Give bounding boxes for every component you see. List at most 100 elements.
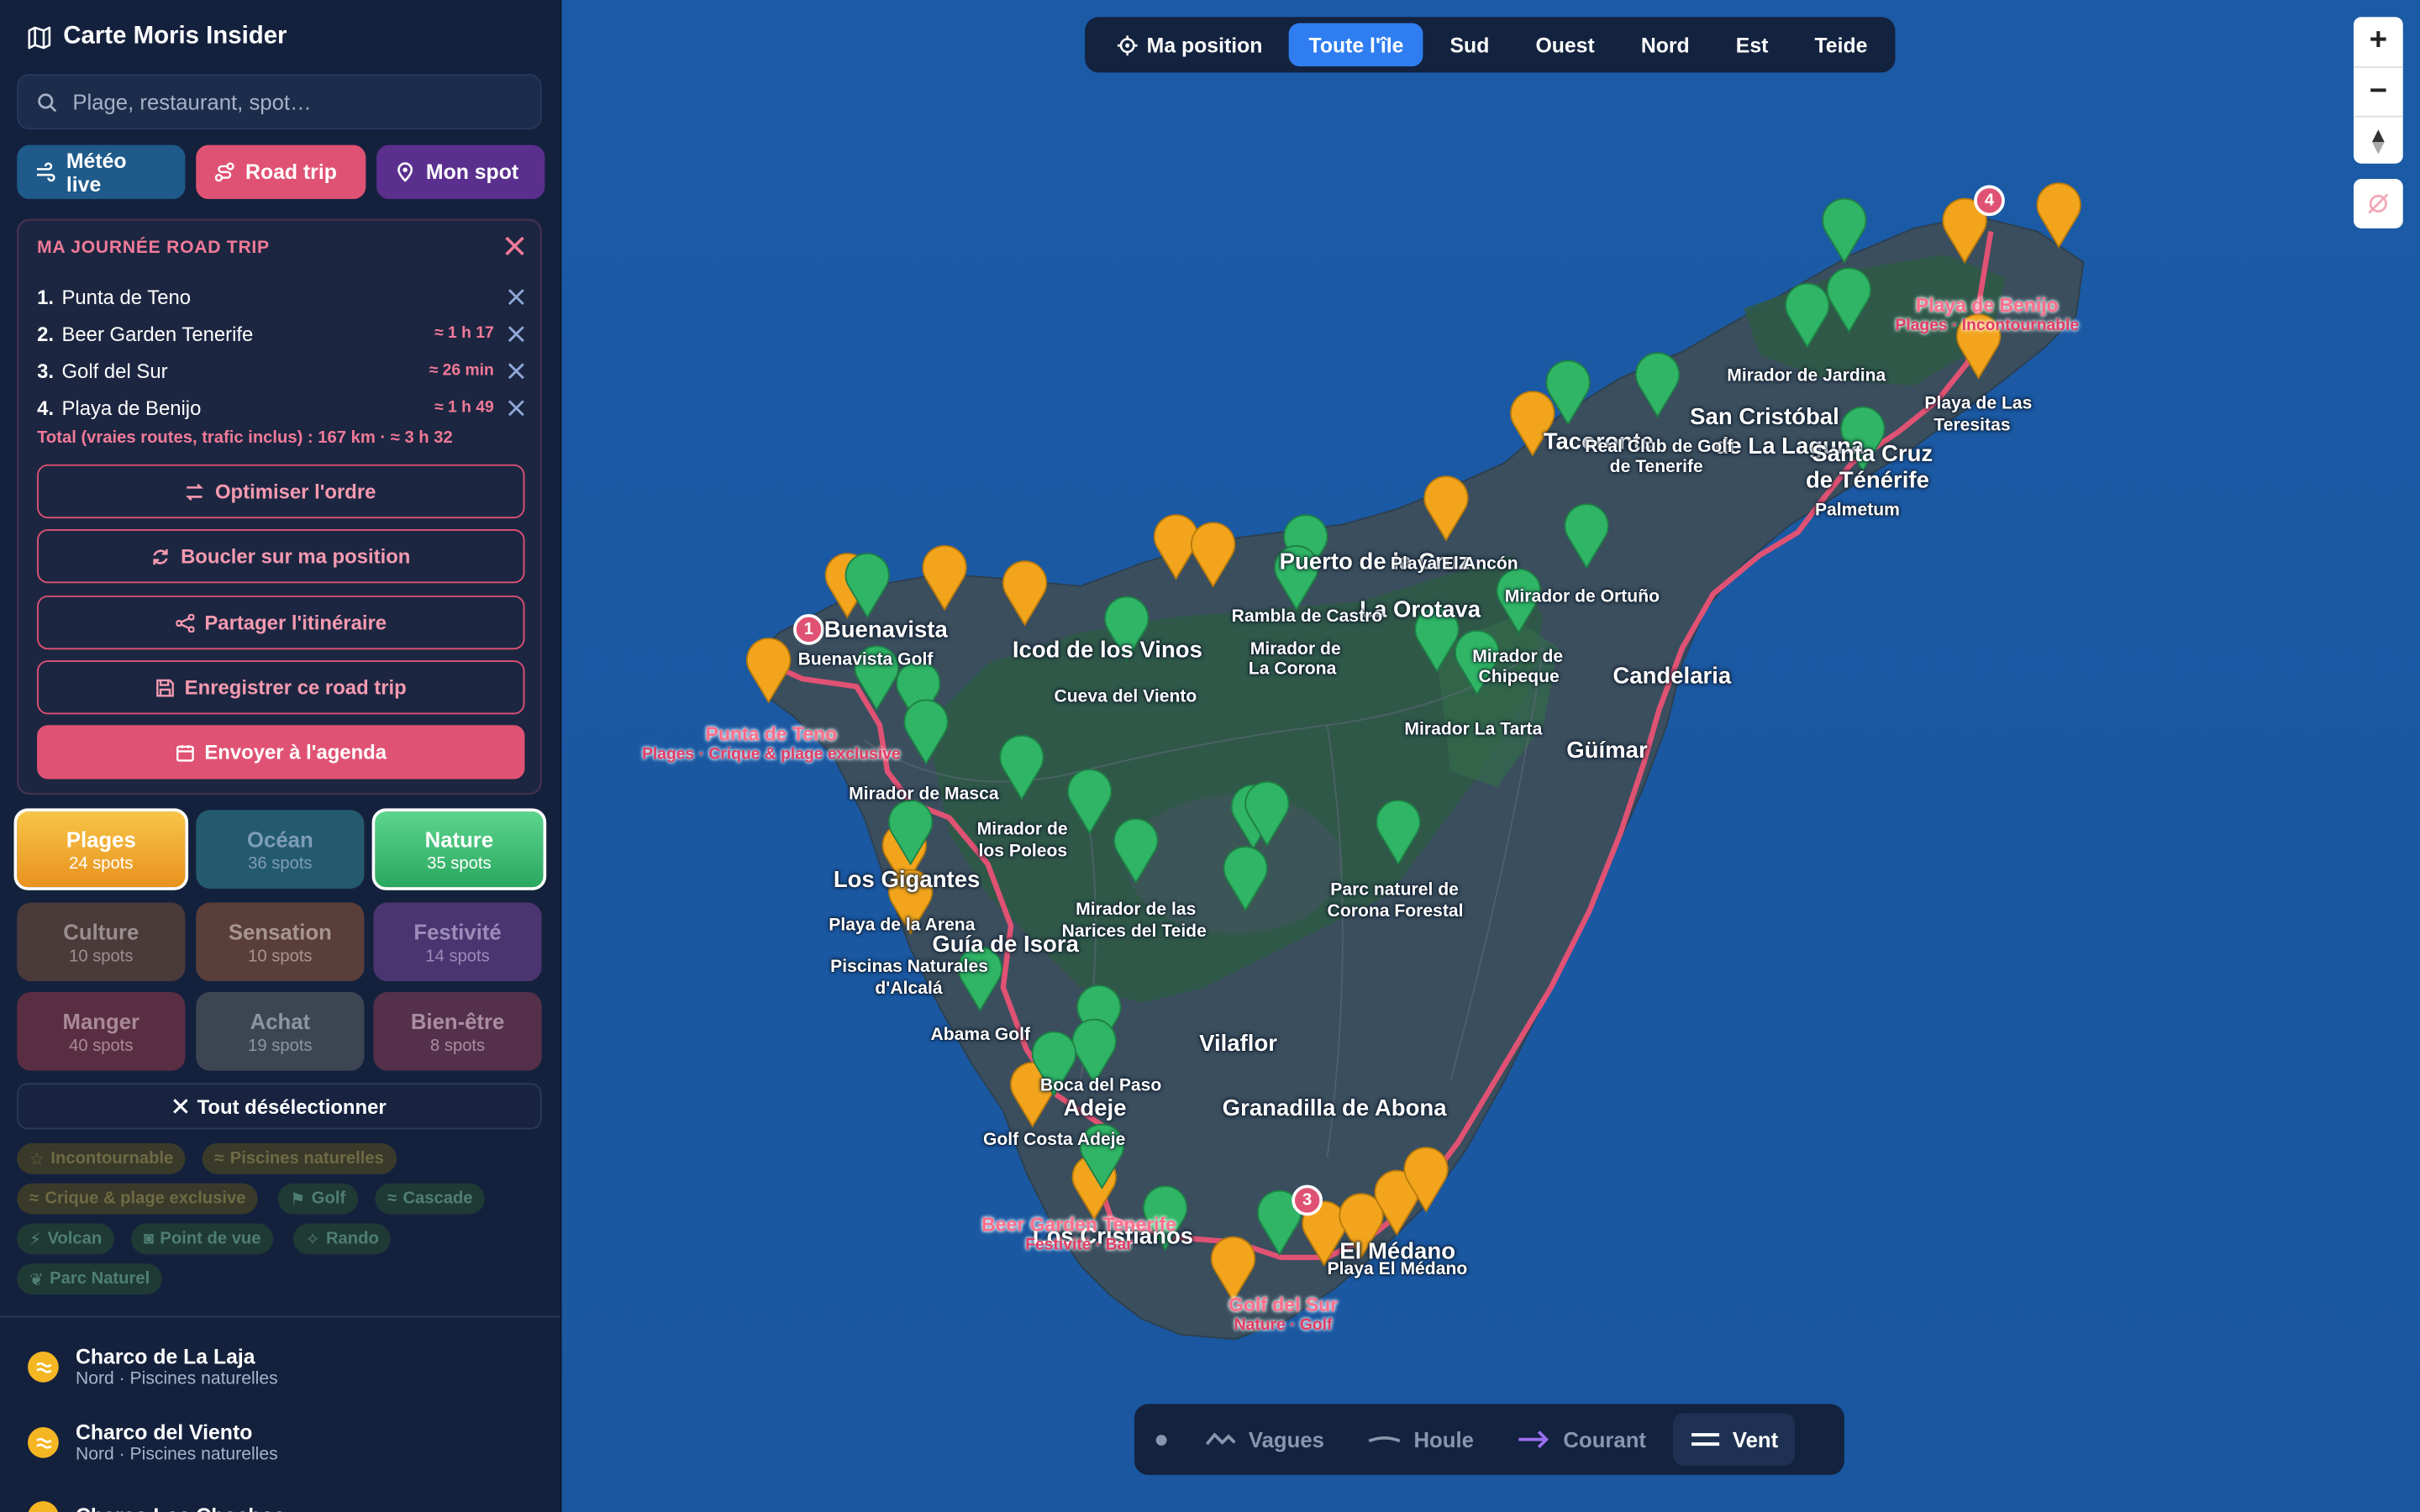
- stop-name: Golf del Sur: [61, 359, 168, 382]
- stop-name: Punta de Teno: [61, 284, 192, 308]
- road-trip-stop[interactable]: 2. Beer Garden Tenerife ≈ 1 h 17: [37, 315, 524, 352]
- remove-icon[interactable]: [508, 362, 524, 379]
- category-name: Bien-être: [410, 1008, 505, 1033]
- poi-label: d'Alcalá: [875, 979, 943, 999]
- list-item[interactable]: Charco de La Laja Nord · Piscines naturel…: [28, 1336, 278, 1398]
- tag-volcan[interactable]: ⚡ Volcan: [17, 1223, 114, 1255]
- tab-nord[interactable]: Nord: [1621, 24, 1710, 66]
- search-input[interactable]: Plage, restaurant, spot…: [17, 74, 542, 130]
- waves-icon: ≈: [214, 1149, 224, 1168]
- tab-est[interactable]: Est: [1716, 24, 1788, 66]
- trip-stop-label: Beer Garden Tenerife Festivité · Bar: [981, 1215, 1176, 1256]
- tab-teide[interactable]: Teide: [1795, 24, 1888, 66]
- category-name: Nature: [424, 826, 494, 851]
- location-disabled-button[interactable]: [2353, 179, 2403, 228]
- trip-stop-label: Playa de Benijo Plages · Incontournable: [1895, 296, 2079, 337]
- mon-spot-button[interactable]: Mon spot: [376, 144, 545, 199]
- layer-label: Vent: [1732, 1426, 1779, 1452]
- tab-label: Ouest: [1535, 33, 1595, 57]
- tag-parc-naturel[interactable]: ❦ Parc Naturel: [17, 1263, 162, 1294]
- category-culture[interactable]: Culture 10 spots: [17, 902, 186, 982]
- tag-label: Volcan: [47, 1229, 103, 1248]
- optimize-order-button[interactable]: Optimiser l'ordre: [37, 464, 525, 519]
- layer-houle[interactable]: Houle: [1350, 1413, 1491, 1465]
- share-itinerary-button[interactable]: Partager l'itinéraire: [37, 595, 525, 650]
- zoom-out-button[interactable]: −: [2353, 67, 2403, 118]
- category-name: Manger: [62, 1008, 140, 1033]
- layer-vagues[interactable]: Vagues: [1188, 1413, 1341, 1465]
- trip-stop-sub: Nature · Golf: [1234, 1315, 1333, 1335]
- leaf-icon: ❦: [29, 1270, 44, 1289]
- send-agenda-button[interactable]: Envoyer à l'agenda: [37, 725, 525, 780]
- category-festivite[interactable]: Festivité 14 spots: [373, 902, 542, 982]
- tag-cascade[interactable]: ≈ Cascade: [375, 1183, 486, 1215]
- category-ocean[interactable]: Océan 36 spots: [196, 810, 365, 889]
- poi-label: Narices del Teide: [1061, 922, 1207, 942]
- my-position-button[interactable]: Ma position: [1097, 24, 1282, 66]
- category-manger[interactable]: Manger 40 spots: [17, 991, 186, 1071]
- stop-badge[interactable]: 3: [1292, 1184, 1323, 1216]
- remove-icon[interactable]: [508, 288, 524, 305]
- zoom-control: + −: [2353, 17, 2403, 166]
- road-trip-label: Road trip: [245, 160, 337, 184]
- close-icon[interactable]: [505, 236, 525, 256]
- loop-position-button[interactable]: Boucler sur ma position: [37, 528, 525, 584]
- map-icon: [28, 25, 51, 49]
- tag-label: Cascade: [402, 1189, 473, 1209]
- road-trip-stop[interactable]: 3. Golf del Sur ≈ 26 min: [37, 352, 524, 389]
- town-label: Icod de los Vinos: [1012, 637, 1202, 664]
- category-bien-etre[interactable]: Bien-être 8 spots: [373, 991, 542, 1071]
- save-road-trip-button[interactable]: Enregistrer ce road trip: [37, 660, 525, 715]
- compass-icon: [2372, 129, 2385, 155]
- road-trip-button[interactable]: Road trip: [196, 144, 366, 199]
- category-count: 19 spots: [248, 1036, 313, 1055]
- category-sensation[interactable]: Sensation 10 spots: [196, 902, 365, 982]
- category-plages[interactable]: Plages 24 spots: [13, 808, 189, 890]
- arrow-right-icon: [1518, 1431, 1549, 1449]
- map-canvas[interactable]: 1 3 4 San Cristóbal de La Laguna Santa C…: [561, 0, 2420, 1512]
- nature-marker: [1564, 503, 1609, 570]
- list-item[interactable]: Charco Los Chochos: [28, 1486, 285, 1512]
- category-nature[interactable]: Nature 35 spots: [371, 808, 547, 890]
- poi-label: Cueva del Viento: [1054, 688, 1197, 707]
- tab-label: Est: [1735, 33, 1769, 57]
- list-item[interactable]: Charco del Viento Nord · Piscines naturel…: [28, 1412, 278, 1473]
- road-trip-stop[interactable]: 1. Punta de Teno: [37, 278, 524, 315]
- poi-label: Real Club de Golf: [1585, 438, 1733, 457]
- tab-all-island[interactable]: Toute l'île: [1288, 23, 1424, 66]
- tag-rando[interactable]: ✧ Rando: [292, 1223, 392, 1255]
- compass-button[interactable]: [2354, 118, 2403, 166]
- tab-sud[interactable]: Sud: [1430, 24, 1510, 66]
- tab-label: Teide: [1814, 33, 1868, 57]
- road-trip-stop[interactable]: 4. Playa de Benijo ≈ 1 h 49: [37, 389, 524, 426]
- poi-label: los Poleos: [978, 842, 1068, 861]
- meteo-live-button[interactable]: Météo live: [17, 144, 186, 199]
- nature-marker: [1071, 1018, 1117, 1085]
- remove-icon[interactable]: [508, 325, 524, 342]
- zoom-in-button[interactable]: +: [2353, 17, 2403, 68]
- deselect-all-button[interactable]: Tout désélectionner: [17, 1083, 542, 1130]
- beach-marker: [2036, 182, 2081, 249]
- stop-badge[interactable]: 1: [793, 614, 824, 645]
- tag-piscines-naturelles[interactable]: ≈ Piscines naturelles: [202, 1142, 397, 1174]
- road-trip-panel: MA JOURNÉE ROAD TRIP 1. Punta de Teno 2.…: [17, 218, 542, 795]
- category-achat[interactable]: Achat 19 spots: [196, 991, 365, 1071]
- remove-icon[interactable]: [508, 399, 524, 416]
- layer-vent[interactable]: Vent: [1672, 1413, 1796, 1466]
- tag-crique[interactable]: ≈ Crique & plage exclusive: [17, 1183, 259, 1215]
- stop-number: 4.: [37, 396, 54, 419]
- layer-courant[interactable]: Courant: [1500, 1413, 1663, 1465]
- tag-golf[interactable]: ⚑ Golf: [277, 1183, 358, 1215]
- nature-marker: [1785, 282, 1830, 349]
- tag-incontournable[interactable]: ☆ Incontournable: [17, 1142, 187, 1174]
- poi-label: Boca del Paso: [1039, 1077, 1162, 1096]
- beach-marker: [1002, 560, 1048, 627]
- stop-badge[interactable]: 4: [1974, 185, 2005, 217]
- camera-icon: ◙: [143, 1229, 155, 1248]
- trip-stop-label: Golf del Sur Nature · Golf: [1228, 1295, 1338, 1336]
- poi-label: Mirador de: [1472, 648, 1564, 667]
- tab-ouest[interactable]: Ouest: [1516, 24, 1615, 66]
- stop-name: Beer Garden Tenerife: [61, 321, 254, 345]
- tag-point-de-vue[interactable]: ◙ Point de vue: [131, 1223, 274, 1255]
- poi-label: Playa El Ancón: [1390, 555, 1518, 575]
